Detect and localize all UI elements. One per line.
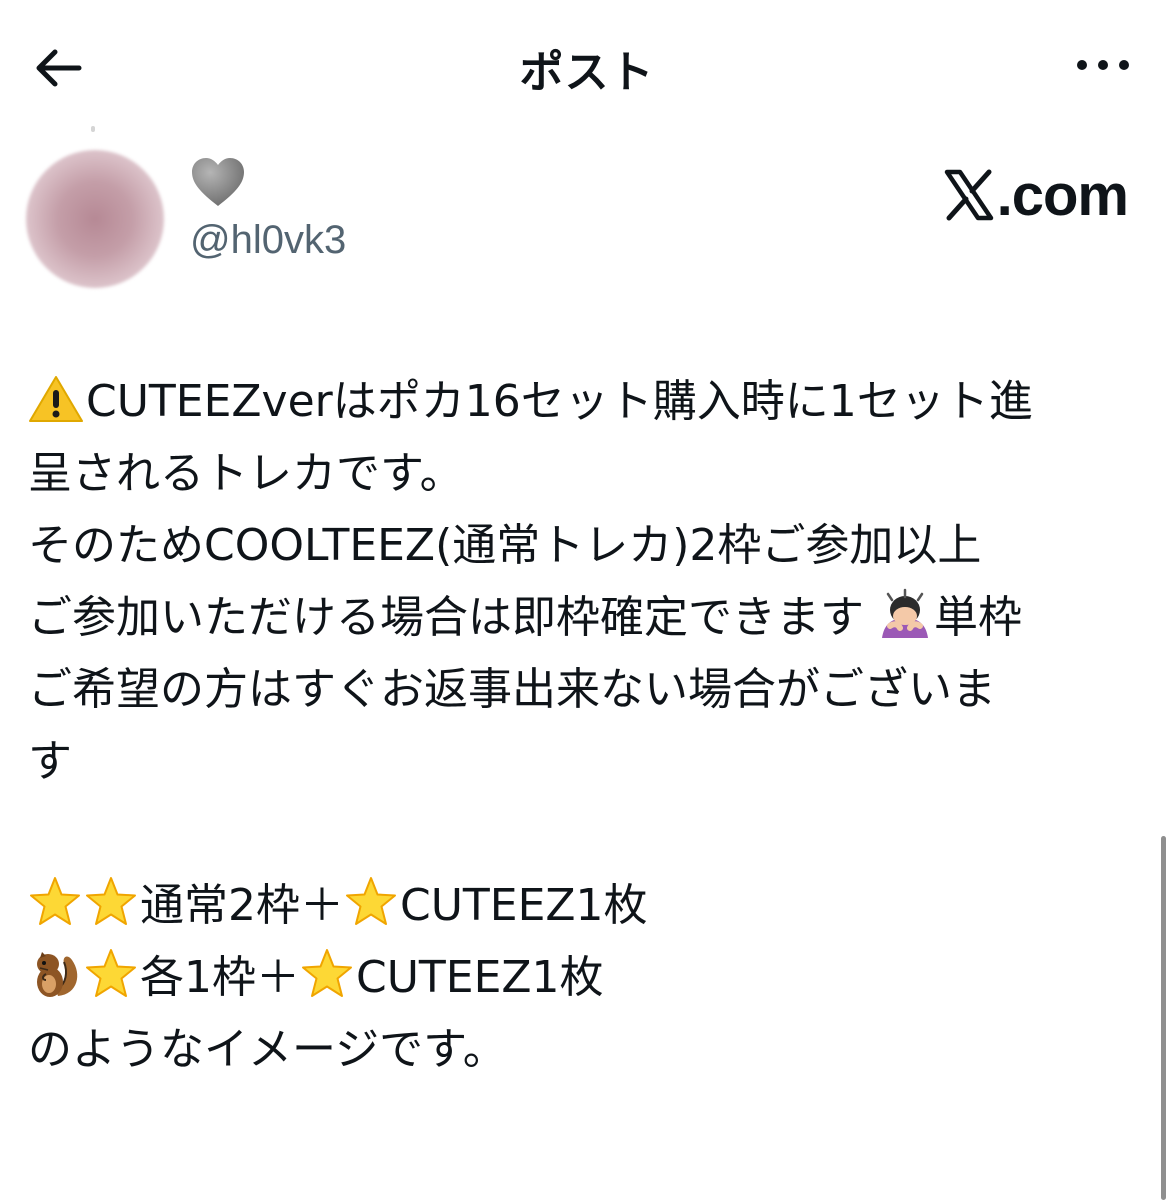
x-com-watermark: .com <box>943 160 1129 230</box>
x-com-text: .com <box>996 162 1129 228</box>
user-handle[interactable]: @hl0vk3 <box>190 218 346 263</box>
post-text-line: CUTEEZverはポカ16セット購入時に1セット進 <box>86 376 1033 427</box>
post-text-line: 単枠 <box>934 592 1022 643</box>
star-icon <box>346 877 396 925</box>
post-text-line: そのためCOOLTEEZ(通常トレカ)2枠ご参加以上 <box>28 520 982 571</box>
post-line: 呈されるトレカです。 <box>28 438 1148 510</box>
post-line: す <box>28 726 1148 798</box>
top-bar: ポスト <box>0 0 1174 130</box>
post-text-line: ご希望の方はすぐお返事出来ない場合がございま <box>28 664 996 715</box>
more-horizontal-icon <box>1077 60 1129 70</box>
x-logo-icon <box>944 169 993 221</box>
post-line: ご参加いただける場合は即枠確定できます 単枠 <box>28 582 1148 654</box>
post-line: 通常2枠＋ CUTEEZ1枚 <box>28 870 1148 942</box>
post-text-line: す <box>28 736 72 787</box>
chipmunk-icon <box>37 952 78 997</box>
post-line: ご希望の方はすぐお返事出来ない場合がございま <box>28 654 1148 726</box>
post-line: そのためCOOLTEEZ(通常トレカ)2枠ご参加以上 <box>28 510 1148 582</box>
scrollbar[interactable] <box>1161 836 1166 1200</box>
more-button[interactable] <box>1068 40 1138 90</box>
post-text-line: のようなイメージです。 <box>28 1024 507 1075</box>
post-text-line: 各1枠＋ <box>140 952 300 1003</box>
post-text-line: CUTEEZ1枚 <box>356 952 604 1003</box>
post-line: のようなイメージです。 <box>28 1014 1148 1086</box>
post-text-line: 呈されるトレカです。 <box>28 448 464 499</box>
post-text-line: ご参加いただける場合は即枠確定できます <box>28 592 864 643</box>
post-text-line: CUTEEZ1枚 <box>400 880 648 931</box>
star-icon <box>86 877 136 925</box>
avatar[interactable] <box>26 150 164 288</box>
star-icon <box>86 949 136 997</box>
post-line: CUTEEZverはポカ16セット購入時に1セット進 <box>28 366 1148 438</box>
warning-icon <box>29 376 83 422</box>
display-name[interactable] <box>190 156 250 216</box>
grey-heart-icon <box>192 158 244 206</box>
star-icon <box>302 949 352 997</box>
star-icon <box>30 877 80 925</box>
person-bowing-icon <box>882 588 928 638</box>
post-text: CUTEEZverはポカ16セット購入時に1セット進 呈されるトレカです。 その… <box>28 366 1148 1086</box>
post-text-line: 通常2枠＋ <box>140 880 344 931</box>
post-line: 各1枠＋ CUTEEZ1枚 <box>28 942 1148 1014</box>
page-title: ポスト <box>519 47 655 98</box>
avatar-dot <box>91 126 95 132</box>
